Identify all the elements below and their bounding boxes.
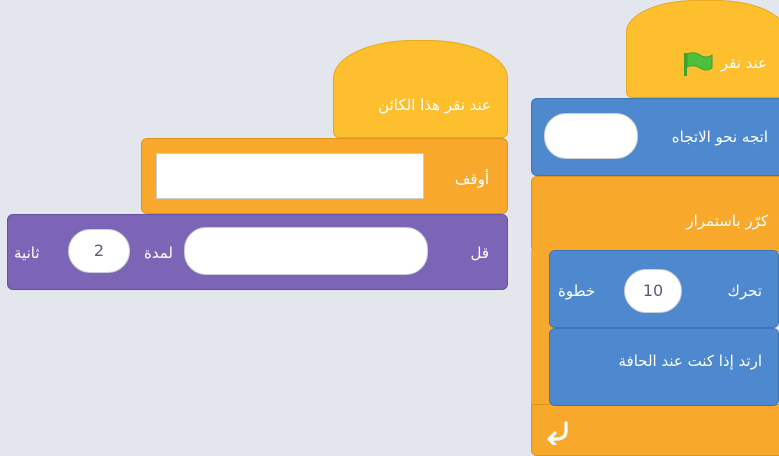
- bounce-block[interactable]: ارتد إذا كنت عند الحافة: [549, 328, 779, 406]
- when-sprite-clicked-label: عند نقر هذا الكائن: [378, 96, 491, 114]
- stop-label: أوقف: [454, 170, 489, 188]
- point-in-direction-label: اتجه نحو الاتجاه: [671, 128, 768, 146]
- say-label: قل: [470, 244, 489, 262]
- point-in-direction-block[interactable]: اتجه نحو الاتجاه: [531, 98, 779, 176]
- move-label: تحرك: [727, 282, 763, 300]
- say-seconds-input[interactable]: 2: [68, 229, 130, 273]
- when-clicked-label: عند نقر: [720, 54, 767, 72]
- bounce-label: ارتد إذا كنت عند الحافة: [618, 352, 763, 370]
- steps-unit-label: خطوة: [558, 282, 596, 300]
- forever-bottom[interactable]: [531, 404, 779, 456]
- say-for-secs-block[interactable]: قل لمدة 2 ثانية: [7, 214, 508, 290]
- green-flag-icon: [684, 52, 713, 76]
- stop-block[interactable]: أوقف: [141, 138, 508, 214]
- steps-input[interactable]: 10: [624, 269, 682, 313]
- when-sprite-clicked-block[interactable]: عند نقر هذا الكائن: [333, 40, 508, 138]
- move-steps-block[interactable]: تحرك 10 خطوة: [549, 250, 779, 328]
- stop-option-field[interactable]: [156, 153, 424, 199]
- forever-label: كرّر باستمرار: [686, 212, 768, 230]
- when-flag-clicked-block[interactable]: عند نقر: [626, 0, 779, 98]
- say-seconds-unit: ثانية: [14, 244, 40, 262]
- loop-arrow-icon: [547, 421, 568, 445]
- forever-block[interactable]: كرّر باستمرار: [531, 176, 779, 252]
- say-duration-label: لمدة: [144, 244, 173, 262]
- direction-input[interactable]: [544, 113, 638, 159]
- say-message-input[interactable]: [184, 227, 428, 275]
